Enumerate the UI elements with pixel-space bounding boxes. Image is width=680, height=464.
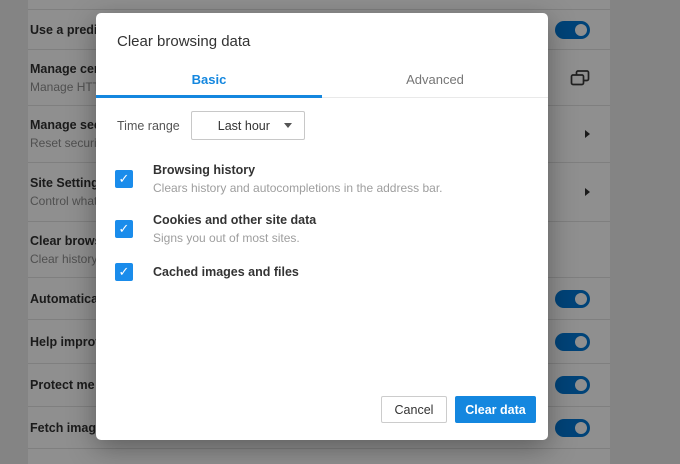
checkbox-checked[interactable]: ✓ [115, 220, 133, 238]
checkbox-checked[interactable]: ✓ [115, 170, 133, 188]
option-label: Cached images and files [153, 265, 299, 279]
option-description: Clears history and autocompletions in th… [153, 181, 443, 195]
clear-options: ✓ Browsing history Clears history and au… [96, 163, 548, 281]
dialog-tabs: Basic Advanced [96, 64, 548, 98]
checkbox-checked[interactable]: ✓ [115, 263, 133, 281]
tab-basic[interactable]: Basic [96, 64, 322, 97]
option-label: Cookies and other site data [153, 213, 316, 227]
option-label: Browsing history [153, 163, 443, 177]
screen: Use a predict Manage certi Manage HTT [0, 0, 680, 464]
time-range-select[interactable]: Last hour [191, 111, 305, 140]
clear-option-row: ✓ Cached images and files [96, 263, 548, 281]
tab-advanced[interactable]: Advanced [322, 64, 548, 97]
clear-browsing-data-dialog: Clear browsing data Basic Advanced Time … [96, 13, 548, 440]
clear-option-row: ✓ Browsing history Clears history and au… [96, 163, 548, 195]
caret-down-icon [284, 123, 292, 128]
clear-data-button[interactable]: Clear data [455, 396, 536, 423]
time-range-label: Time range [117, 119, 180, 133]
dialog-title: Clear browsing data [117, 33, 528, 50]
time-range-value: Last hour [218, 119, 270, 133]
clear-option-row: ✓ Cookies and other site data Signs you … [96, 213, 548, 245]
option-description: Signs you out of most sites. [153, 231, 316, 245]
cancel-button[interactable]: Cancel [381, 396, 447, 423]
